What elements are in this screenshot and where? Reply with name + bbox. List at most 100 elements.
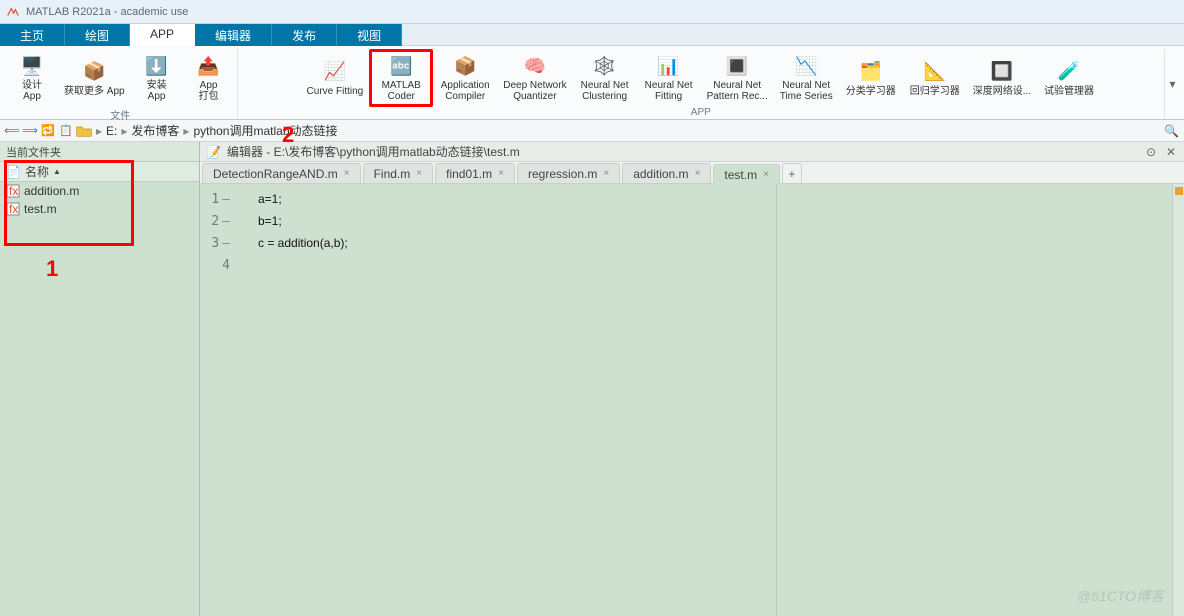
code-line[interactable]: c = addition(a,b);	[258, 232, 1172, 254]
editor-dropdown-button[interactable]: ⊙	[1144, 145, 1158, 159]
file-item[interactable]: fxtest.m	[0, 200, 199, 218]
file-blank-icon: 📄	[6, 165, 21, 179]
app-button--[interactable]: 🧪试验管理器	[1037, 49, 1101, 107]
path-search-button[interactable]: 🔍	[1164, 124, 1180, 138]
get-more-app-button[interactable]: 📦 获取更多 App	[58, 49, 131, 107]
tab-close-icon[interactable]: ×	[498, 168, 504, 179]
code-line[interactable]: a=1;	[258, 188, 1172, 210]
gutter-line: 3—	[200, 232, 234, 254]
tab-close-icon[interactable]: ×	[416, 168, 422, 179]
current-folder-header: 当前文件夹	[0, 142, 199, 162]
m-file-icon: fx	[6, 184, 20, 198]
editor-tab[interactable]: regression.m×	[517, 163, 620, 183]
warning-indicator-icon	[1175, 187, 1183, 195]
file-list: fxaddition.mfxtest.m	[0, 182, 199, 616]
install-icon: ⬇️	[145, 54, 169, 78]
app-button-neural-net-time-series[interactable]: 📉Neural Net Time Series	[774, 49, 839, 107]
app-icon: 🔳	[725, 54, 749, 78]
app-icon: 📉	[794, 54, 818, 78]
editor-tab-add-button[interactable]: +	[782, 163, 802, 183]
code-line[interactable]	[258, 254, 1172, 276]
code-line[interactable]: b=1;	[258, 210, 1172, 232]
nav-browse-button[interactable]: 📋	[58, 123, 74, 139]
path-drive[interactable]: E:	[106, 124, 117, 138]
editor-tab[interactable]: find01.m×	[435, 163, 515, 183]
editor-tab[interactable]: DetectionRangeAND.m×	[202, 163, 361, 183]
app-button-neural-net-clustering[interactable]: 🕸️Neural Net Clustering	[573, 49, 637, 107]
window-titlebar: MATLAB R2021a - academic use	[0, 0, 1184, 24]
group-file-label: 文件	[110, 107, 130, 119]
tab-view[interactable]: 视图	[337, 24, 402, 46]
app-icon: 🗂️	[859, 60, 883, 84]
app-icon: 🕸️	[593, 54, 617, 78]
app-button-neural-net-pattern-rec-[interactable]: 🔳Neural Net Pattern Rec...	[701, 49, 774, 107]
tab-app[interactable]: APP	[130, 24, 195, 46]
folder-icon	[76, 124, 92, 138]
tab-close-icon[interactable]: ×	[603, 168, 609, 179]
pathbar: ⟸ ⟹ 🔁 📋 ▸ E: ▸ 发布博客 ▸ python调用matlab动态链接…	[0, 120, 1184, 142]
editor-tab[interactable]: test.m×	[713, 164, 780, 184]
group-apps: 📈Curve Fitting🔤MATLAB Coder📦Application …	[238, 49, 1164, 119]
app-icon: 📊	[657, 54, 681, 78]
editor-message-strip[interactable]	[1172, 184, 1184, 616]
svg-text:fx: fx	[9, 184, 18, 198]
code-area[interactable]: a=1;b=1;c = addition(a,b);	[236, 184, 1184, 616]
app-button--[interactable]: 🔲深度网络设...	[967, 49, 1037, 107]
app-icon: 📦	[453, 54, 477, 78]
nav-forward-button[interactable]: ⟹	[22, 123, 38, 139]
editor-tab[interactable]: addition.m×	[622, 163, 711, 183]
svg-text:fx: fx	[9, 202, 18, 216]
nav-up-button[interactable]: 🔁	[40, 123, 56, 139]
app-button-deep-network-quantizer[interactable]: 🧠Deep Network Quantizer	[497, 49, 572, 107]
editor-tabs: DetectionRangeAND.m×Find.m×find01.m×regr…	[200, 162, 1184, 184]
group-file: 🖥️ 设计 App 📦 获取更多 App ⬇️ 安装 App 📤 App 打包 …	[4, 49, 238, 119]
app-icon: 🔤	[389, 54, 413, 78]
install-app-button[interactable]: ⬇️ 安装 App	[131, 49, 183, 107]
design-app-button[interactable]: 🖥️ 设计 App	[6, 49, 58, 107]
app-button-application-compiler[interactable]: 📦Application Compiler	[433, 49, 497, 107]
editor-close-button[interactable]: ✕	[1164, 145, 1178, 159]
tab-close-icon[interactable]: ×	[344, 168, 350, 179]
editor-titlebar: 📝 编辑器 - E:\发布博客\python调用matlab动态链接\test.…	[200, 142, 1184, 162]
get-more-icon: 📦	[82, 60, 106, 84]
workspace: 当前文件夹 📄 名称 ▲ fxaddition.mfxtest.m 📝 编辑器 …	[0, 142, 1184, 616]
tab-close-icon[interactable]: ×	[763, 169, 769, 180]
tab-publish[interactable]: 发布	[272, 24, 337, 46]
package-app-button[interactable]: 📤 App 打包	[183, 49, 235, 107]
nav-back-button[interactable]: ⟸	[4, 123, 20, 139]
app-icon: 🧠	[523, 54, 547, 78]
ribbon-tabstrip: 主页 绘图 APP 编辑器 发布 视图	[0, 24, 1184, 46]
editor-tab[interactable]: Find.m×	[363, 163, 434, 183]
app-icon: 🧪	[1057, 60, 1081, 84]
design-app-icon: 🖥️	[20, 54, 44, 78]
app-button-matlab-coder[interactable]: 🔤MATLAB Coder	[369, 49, 433, 107]
app-icon: 📈	[323, 60, 347, 84]
editor-title-text: 编辑器 - E:\发布博客\python调用matlab动态链接\test.m	[227, 143, 520, 160]
tab-home[interactable]: 主页	[0, 24, 65, 46]
app-icon: 🔲	[990, 60, 1014, 84]
path-crumb-0[interactable]: 发布博客	[131, 122, 179, 139]
matlab-logo-icon	[6, 5, 20, 19]
gutter-line: 4	[200, 254, 234, 276]
gutter-line: 2—	[200, 210, 234, 232]
window-title: MATLAB R2021a - academic use	[26, 6, 188, 18]
app-icon: 📐	[923, 60, 947, 84]
tab-editor[interactable]: 编辑器	[195, 24, 272, 46]
gutter-line: 1—	[200, 188, 234, 210]
m-file-icon: fx	[6, 202, 20, 216]
app-button-curve-fitting[interactable]: 📈Curve Fitting	[301, 49, 370, 107]
current-folder-panel: 当前文件夹 📄 名称 ▲ fxaddition.mfxtest.m	[0, 142, 200, 616]
group-apps-label: APP	[691, 107, 711, 118]
app-button--[interactable]: 📐回归学习器	[903, 49, 967, 107]
file-list-column-header[interactable]: 📄 名称 ▲	[0, 162, 199, 182]
app-button--[interactable]: 🗂️分类学习器	[839, 49, 903, 107]
app-button-neural-net-fitting[interactable]: 📊Neural Net Fitting	[637, 49, 701, 107]
editor-guideline	[776, 184, 777, 616]
tab-close-icon[interactable]: ×	[695, 168, 701, 179]
toolstrip-more-button[interactable]: ▾	[1164, 49, 1180, 119]
file-item[interactable]: fxaddition.m	[0, 182, 199, 200]
editor-body[interactable]: 1—2—3—4 a=1;b=1;c = addition(a,b);	[200, 184, 1184, 616]
editor-panel: 📝 编辑器 - E:\发布博客\python调用matlab动态链接\test.…	[200, 142, 1184, 616]
path-crumb-1[interactable]: python调用matlab动态链接	[193, 122, 337, 139]
tab-plot[interactable]: 绘图	[65, 24, 130, 46]
